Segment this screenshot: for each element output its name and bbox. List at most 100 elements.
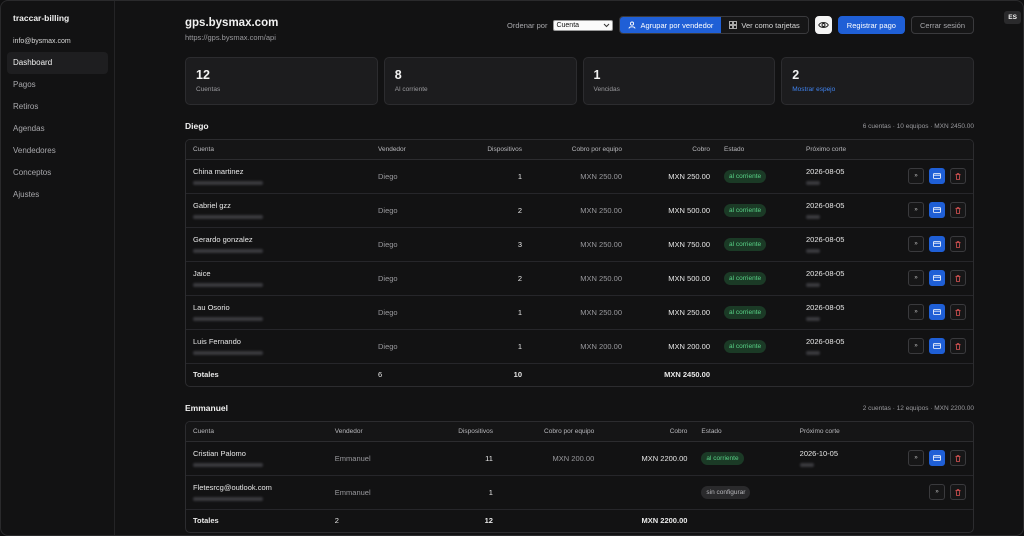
sidebar-item-pagos[interactable]: Pagos bbox=[7, 74, 108, 96]
actions-cell: » bbox=[871, 441, 973, 476]
trash-icon bbox=[955, 488, 961, 496]
forward-icon: » bbox=[914, 207, 918, 213]
sort-select-value: Cuenta bbox=[556, 21, 580, 29]
next-cut-cell: 2026-08-05 bbox=[799, 159, 873, 194]
seller-cell: Diego bbox=[371, 295, 451, 330]
lang-es-button[interactable]: ES bbox=[1004, 11, 1021, 24]
totals-empty bbox=[529, 363, 629, 386]
sidebar-item-conceptos[interactable]: Conceptos bbox=[7, 162, 108, 184]
payment-button[interactable] bbox=[929, 202, 945, 218]
status-cell: al corriente bbox=[717, 193, 799, 228]
account-name[interactable]: Luis Fernando bbox=[193, 337, 241, 346]
logout-button[interactable]: Cerrar sesión bbox=[910, 16, 974, 34]
eye-icon bbox=[817, 22, 829, 28]
sidebar-item-ajustes[interactable]: Ajustes bbox=[7, 184, 108, 206]
sort-select[interactable]: Cuenta bbox=[553, 19, 614, 31]
account-name[interactable]: Lau Osorio bbox=[193, 303, 230, 312]
total-cell: MXN 750.00 bbox=[629, 227, 717, 262]
forward-button[interactable]: » bbox=[908, 202, 924, 218]
col-vendedor[interactable]: Vendedor bbox=[371, 140, 451, 160]
totals-devices: 10 bbox=[513, 370, 522, 380]
col-dispositivos[interactable]: Dispositivos bbox=[408, 422, 500, 442]
delete-button[interactable] bbox=[950, 202, 966, 218]
totals-amount: MXN 2200.00 bbox=[641, 516, 688, 526]
devices-cell: 2 bbox=[451, 261, 529, 296]
payment-button[interactable] bbox=[929, 270, 945, 286]
status-cell: al corriente bbox=[717, 329, 799, 364]
toggle-visibility-button[interactable] bbox=[814, 16, 832, 34]
forward-button[interactable]: » bbox=[908, 450, 924, 466]
forward-button[interactable]: » bbox=[908, 304, 924, 320]
col-cobro-equipo[interactable]: Cobro por equipo bbox=[529, 140, 629, 160]
group-summary: 6 cuentas · 10 equipos · MXN 2450.00 bbox=[862, 122, 974, 130]
account-cell: Lau Osorio bbox=[186, 295, 371, 330]
forward-button[interactable]: » bbox=[908, 270, 924, 286]
redacted-time bbox=[806, 215, 820, 219]
delete-button[interactable] bbox=[950, 484, 966, 500]
sidebar-item-dashboard[interactable]: Dashboard bbox=[7, 52, 108, 74]
delete-button[interactable] bbox=[950, 338, 966, 354]
delete-button[interactable] bbox=[950, 168, 966, 184]
total-cell: MXN 2200.00 bbox=[601, 441, 695, 476]
accounts-table: Cuenta Vendedor Dispositivos Cobro por e… bbox=[185, 421, 974, 533]
payment-button[interactable] bbox=[929, 338, 945, 354]
sidebar-item-agendas[interactable]: Agendas bbox=[7, 118, 108, 140]
forward-button[interactable]: » bbox=[908, 236, 924, 252]
stat-label: Cuentas bbox=[196, 86, 221, 93]
col-proximo-corte[interactable]: Próximo corte bbox=[799, 140, 873, 160]
payment-button[interactable] bbox=[929, 168, 945, 184]
actions-cell: » bbox=[873, 329, 973, 364]
per-device-cell: MXN 200.00 bbox=[499, 441, 602, 476]
stat-card-accounts: 12 Cuentas bbox=[185, 57, 378, 105]
show-mirror-link[interactable]: Mostrar espejo bbox=[792, 86, 963, 93]
trash-icon bbox=[955, 274, 961, 282]
col-proximo-corte[interactable]: Próximo corte bbox=[792, 422, 872, 442]
col-estado[interactable]: Estado bbox=[694, 422, 793, 442]
sidebar-item-vendedores[interactable]: Vendedores bbox=[7, 140, 108, 162]
payment-button[interactable] bbox=[929, 304, 945, 320]
status-cell: al corriente bbox=[717, 227, 799, 262]
delete-button[interactable] bbox=[950, 236, 966, 252]
next-cut-cell: 2026-08-05 bbox=[799, 329, 873, 364]
per-device-cell: MXN 250.00 bbox=[529, 295, 629, 330]
account-name[interactable]: Cristian Palomo bbox=[193, 449, 246, 458]
delete-button[interactable] bbox=[950, 450, 966, 466]
redacted-email bbox=[193, 283, 263, 287]
totals-empty bbox=[500, 509, 601, 532]
group-header: Emmanuel 2 cuentas · 12 equipos · MXN 22… bbox=[185, 402, 974, 414]
payment-button[interactable] bbox=[929, 450, 945, 466]
col-cobro[interactable]: Cobro bbox=[601, 422, 695, 442]
payment-button[interactable] bbox=[929, 236, 945, 252]
col-cobro[interactable]: Cobro bbox=[629, 140, 717, 160]
col-cuenta[interactable]: Cuenta bbox=[186, 422, 328, 442]
col-dispositivos[interactable]: Dispositivos bbox=[451, 140, 529, 160]
redacted-email bbox=[193, 181, 263, 185]
account-name[interactable]: Jaice bbox=[193, 269, 211, 278]
account-name[interactable]: Gabriel gzz bbox=[193, 201, 231, 210]
view-toggle: Agrupar por vendedor Ver como tarjetas bbox=[619, 16, 809, 34]
group-by-seller-button[interactable]: Agrupar por vendedor bbox=[620, 17, 722, 33]
seller-cell: Diego bbox=[371, 261, 451, 296]
col-vendedor[interactable]: Vendedor bbox=[327, 422, 409, 442]
next-cut-cell: 2026-10-05 bbox=[792, 441, 872, 476]
sidebar-item-retiros[interactable]: Retiros bbox=[7, 96, 108, 118]
col-cobro-equipo[interactable]: Cobro por equipo bbox=[499, 422, 602, 442]
account-name[interactable]: China martinez bbox=[193, 167, 243, 176]
main-content: ES EN gps.bysmax.com https://gps.bysmax.… bbox=[115, 1, 1023, 535]
delete-button[interactable] bbox=[950, 270, 966, 286]
account-name[interactable]: Gerardo gonzalez bbox=[193, 235, 253, 244]
account-name[interactable]: Fletesrcg@outlook.com bbox=[193, 483, 272, 492]
register-payment-button[interactable]: Registrar pago bbox=[837, 16, 905, 34]
totals-row: Totales 6 10 MXN 2450.00 bbox=[186, 363, 973, 386]
stat-label: Al corriente bbox=[394, 86, 428, 93]
delete-button[interactable] bbox=[950, 304, 966, 320]
forward-button[interactable]: » bbox=[929, 484, 945, 500]
col-estado[interactable]: Estado bbox=[717, 140, 799, 160]
totals-empty bbox=[799, 363, 873, 386]
forward-button[interactable]: » bbox=[908, 168, 924, 184]
cards-view-button[interactable]: Ver como tarjetas bbox=[721, 17, 808, 33]
devices-cell: 1 bbox=[408, 475, 500, 510]
group-name: Emmanuel bbox=[185, 403, 228, 413]
col-cuenta[interactable]: Cuenta bbox=[186, 140, 371, 160]
forward-button[interactable]: » bbox=[908, 338, 924, 354]
